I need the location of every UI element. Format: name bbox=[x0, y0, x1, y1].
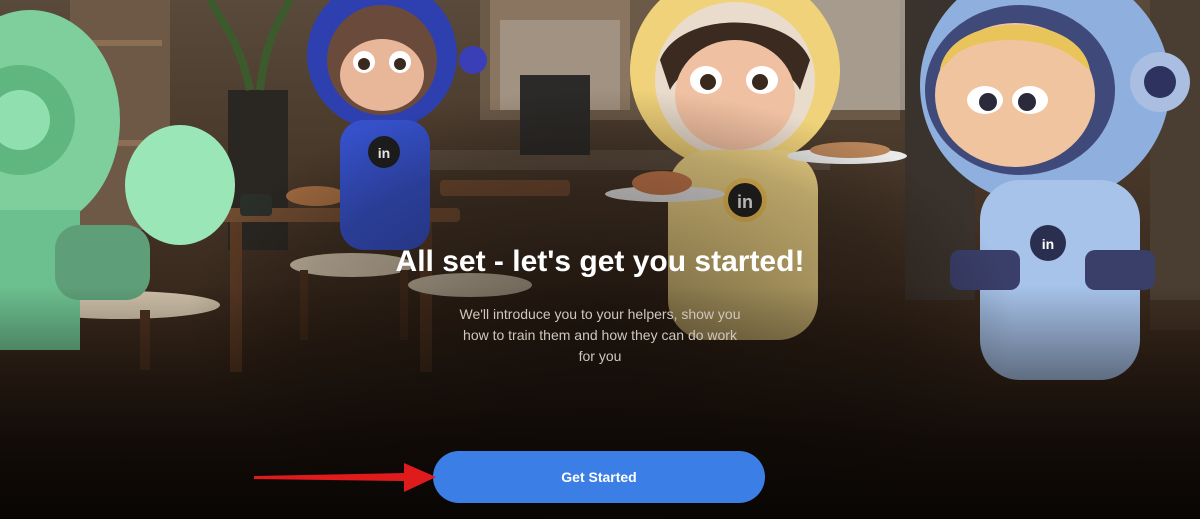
onboarding-screen: in in in All se bbox=[0, 0, 1200, 519]
get-started-button[interactable]: Get Started bbox=[433, 451, 765, 503]
onboarding-message: All set - let's get you started! We'll i… bbox=[350, 244, 850, 367]
red-arrow-annotation bbox=[254, 463, 436, 492]
page-title: All set - let's get you started! bbox=[395, 245, 805, 278]
page-subtitle: We'll introduce you to your helpers, sho… bbox=[459, 306, 741, 364]
